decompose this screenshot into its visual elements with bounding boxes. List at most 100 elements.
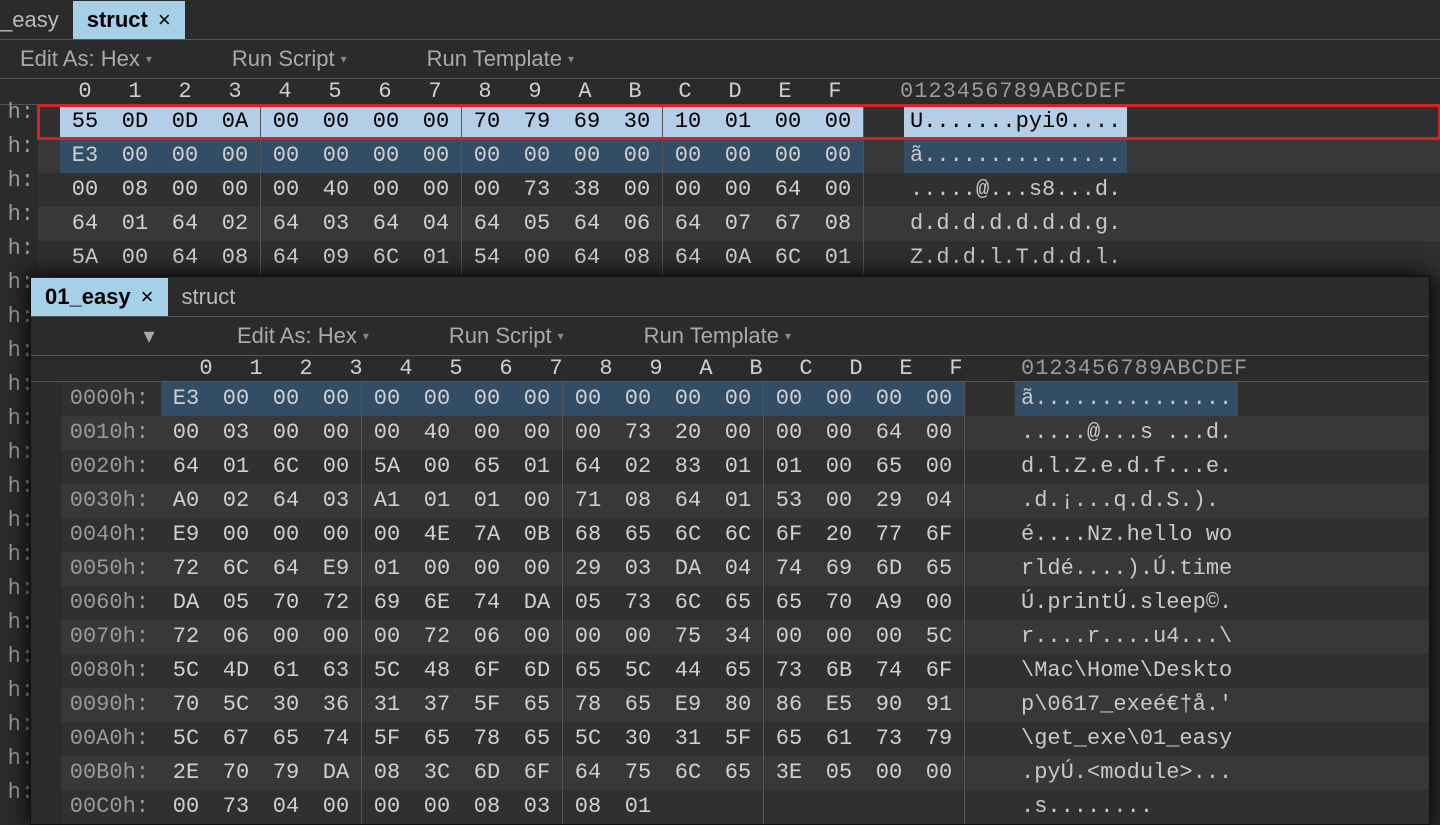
hex-byte[interactable]: 73	[613, 586, 663, 620]
hex-byte[interactable]: 44	[663, 654, 713, 688]
ascii-column[interactable]: \Mac\Home\Deskto	[1015, 654, 1238, 688]
hex-byte[interactable]: 65	[563, 654, 613, 688]
hex-byte[interactable]: 68	[563, 518, 613, 552]
hex-byte[interactable]: 00	[161, 790, 211, 824]
hex-byte[interactable]: 31	[663, 722, 713, 756]
hex-byte[interactable]: 64	[462, 207, 512, 241]
hex-byte[interactable]: 69	[814, 552, 864, 586]
hex-byte[interactable]: 5C	[362, 654, 412, 688]
hex-byte[interactable]: E9	[161, 518, 211, 552]
hex-byte[interactable]: 75	[663, 620, 713, 654]
hex-byte[interactable]: 01	[713, 105, 763, 139]
hex-byte[interactable]: E9	[663, 688, 713, 722]
hex-byte[interactable]: 6F	[914, 518, 964, 552]
hex-byte[interactable]: 6F	[462, 654, 512, 688]
hex-byte[interactable]: 00	[411, 173, 461, 207]
hex-byte[interactable]: 67	[211, 722, 261, 756]
hex-byte[interactable]: 00	[512, 484, 562, 518]
hex-byte[interactable]: 65	[713, 756, 763, 790]
hex-byte[interactable]: 00	[763, 105, 813, 139]
hex-byte[interactable]: 09	[311, 241, 361, 275]
hex-byte[interactable]: 00	[261, 518, 311, 552]
hex-byte[interactable]: 00	[261, 139, 311, 173]
ascii-column[interactable]: d.l.Z.e.d.f...e.	[1015, 450, 1238, 484]
ascii-column[interactable]: .s........	[1015, 790, 1159, 824]
hex-row[interactable]: 0030h:A0026403A10101007108640153002904.d…	[61, 484, 1429, 518]
hex-byte[interactable]: 00	[261, 382, 311, 416]
hex-row[interactable]: 0080h:5C4D61635C486F6D655C4465736B746F\M…	[61, 654, 1429, 688]
hex-byte[interactable]: 00	[512, 620, 562, 654]
hex-byte[interactable]: 65	[713, 586, 763, 620]
hex-byte[interactable]: 5F	[462, 688, 512, 722]
hex-byte[interactable]: 01	[412, 484, 462, 518]
hex-byte[interactable]: 6C	[713, 518, 763, 552]
hex-row[interactable]: 5A00640864096C0154006408640A6C01Z.d.d.l.…	[38, 241, 1440, 275]
ascii-column[interactable]: U.......pyi0....	[904, 105, 1127, 139]
hex-byte[interactable]: 08	[563, 790, 613, 824]
hex-byte[interactable]: 65	[462, 450, 512, 484]
hex-byte[interactable]: 65	[412, 722, 462, 756]
hex-byte[interactable]: 65	[261, 722, 311, 756]
hex-byte[interactable]: 63	[311, 654, 361, 688]
hex-byte[interactable]: 00	[160, 173, 210, 207]
hex-byte[interactable]: 48	[412, 654, 462, 688]
hex-byte[interactable]: 00	[462, 382, 512, 416]
hex-row[interactable]: 0020h:64016C005A0065016402830101006500d.…	[61, 450, 1429, 484]
hex-byte[interactable]	[663, 790, 713, 824]
hex-byte[interactable]: 6F	[764, 518, 814, 552]
hex-byte[interactable]: 00	[161, 416, 211, 450]
run-script-dropdown[interactable]: Run Script▾	[232, 46, 347, 72]
hex-byte[interactable]: 64	[663, 241, 713, 275]
ascii-column[interactable]: p\0617_exeé€†å.'	[1015, 688, 1238, 722]
hex-byte[interactable]: 08	[462, 790, 512, 824]
hex-row[interactable]: 00080000004000000073380000006400.....@..…	[38, 173, 1440, 207]
hex-row[interactable]: 00A0h:5C6765745F6578655C30315F65617379\g…	[61, 722, 1429, 756]
hex-byte[interactable]: 64	[261, 207, 311, 241]
hex-byte[interactable]: 0A	[713, 241, 763, 275]
hex-byte[interactable]: 5C	[914, 620, 964, 654]
hex-byte[interactable]: 08	[613, 484, 663, 518]
hex-row[interactable]: 0010h:00030000004000000073200000006400..…	[61, 416, 1429, 450]
hex-row[interactable]: 0070h:7206000000720600000075340000005Cr.…	[61, 620, 1429, 654]
hex-byte[interactable]: 65	[764, 722, 814, 756]
tab-01-easy[interactable]: 01_easy ×	[31, 278, 168, 316]
hex-byte[interactable]: 00	[361, 105, 411, 139]
hex-row[interactable]: 0040h:E9000000004E7A0B68656C6C6F20776Fé.…	[61, 518, 1429, 552]
hex-byte[interactable]: 5F	[713, 722, 763, 756]
ascii-column[interactable]: Z.d.d.l.T.d.d.l.	[904, 241, 1127, 275]
hex-byte[interactable]: 67	[763, 207, 813, 241]
hex-byte[interactable]: 74	[864, 654, 914, 688]
hex-byte[interactable]: 29	[563, 552, 613, 586]
hex-byte[interactable]: 6C	[211, 552, 261, 586]
hex-byte[interactable]: 64	[161, 450, 211, 484]
hex-byte[interactable]: 5A	[60, 241, 110, 275]
hex-row[interactable]: 0000h:E3000000000000000000000000000000ã.…	[61, 382, 1429, 416]
hex-byte[interactable]: 00	[211, 382, 261, 416]
hex-byte[interactable]: 00	[764, 620, 814, 654]
hex-byte[interactable]: 65	[512, 722, 562, 756]
hex-byte[interactable]: 72	[161, 552, 211, 586]
hex-byte[interactable]: 5C	[613, 654, 663, 688]
ascii-column[interactable]: rldé....).Ú.time	[1015, 552, 1238, 586]
hex-byte[interactable]	[864, 790, 914, 824]
hex-row[interactable]: 0050h:726C64E9010000002903DA0474696D65rl…	[61, 552, 1429, 586]
hex-byte[interactable]: 74	[311, 722, 361, 756]
hex-byte[interactable]: 4D	[211, 654, 261, 688]
hex-byte[interactable]: 00	[362, 518, 412, 552]
hex-byte[interactable]: 70	[261, 586, 311, 620]
hex-byte[interactable]: 03	[512, 790, 562, 824]
hex-byte[interactable]: 91	[914, 688, 964, 722]
hex-byte[interactable]: 00	[763, 139, 813, 173]
hex-byte[interactable]	[914, 790, 964, 824]
hex-byte[interactable]: 08	[362, 756, 412, 790]
hex-byte[interactable]: A9	[864, 586, 914, 620]
hex-byte[interactable]: 64	[663, 484, 713, 518]
hex-byte[interactable]: 05	[814, 756, 864, 790]
hex-byte[interactable]: 01	[764, 450, 814, 484]
hex-byte[interactable]: 01	[362, 552, 412, 586]
hex-byte[interactable]: 5C	[211, 688, 261, 722]
hex-byte[interactable]: 64	[160, 241, 210, 275]
ascii-column[interactable]: .....@...s ...d.	[1015, 416, 1238, 450]
ascii-column[interactable]: é....Nz.hello wo	[1015, 518, 1238, 552]
hex-row[interactable]: 64016402640364046405640664076708d.d.d.d.…	[38, 207, 1440, 241]
